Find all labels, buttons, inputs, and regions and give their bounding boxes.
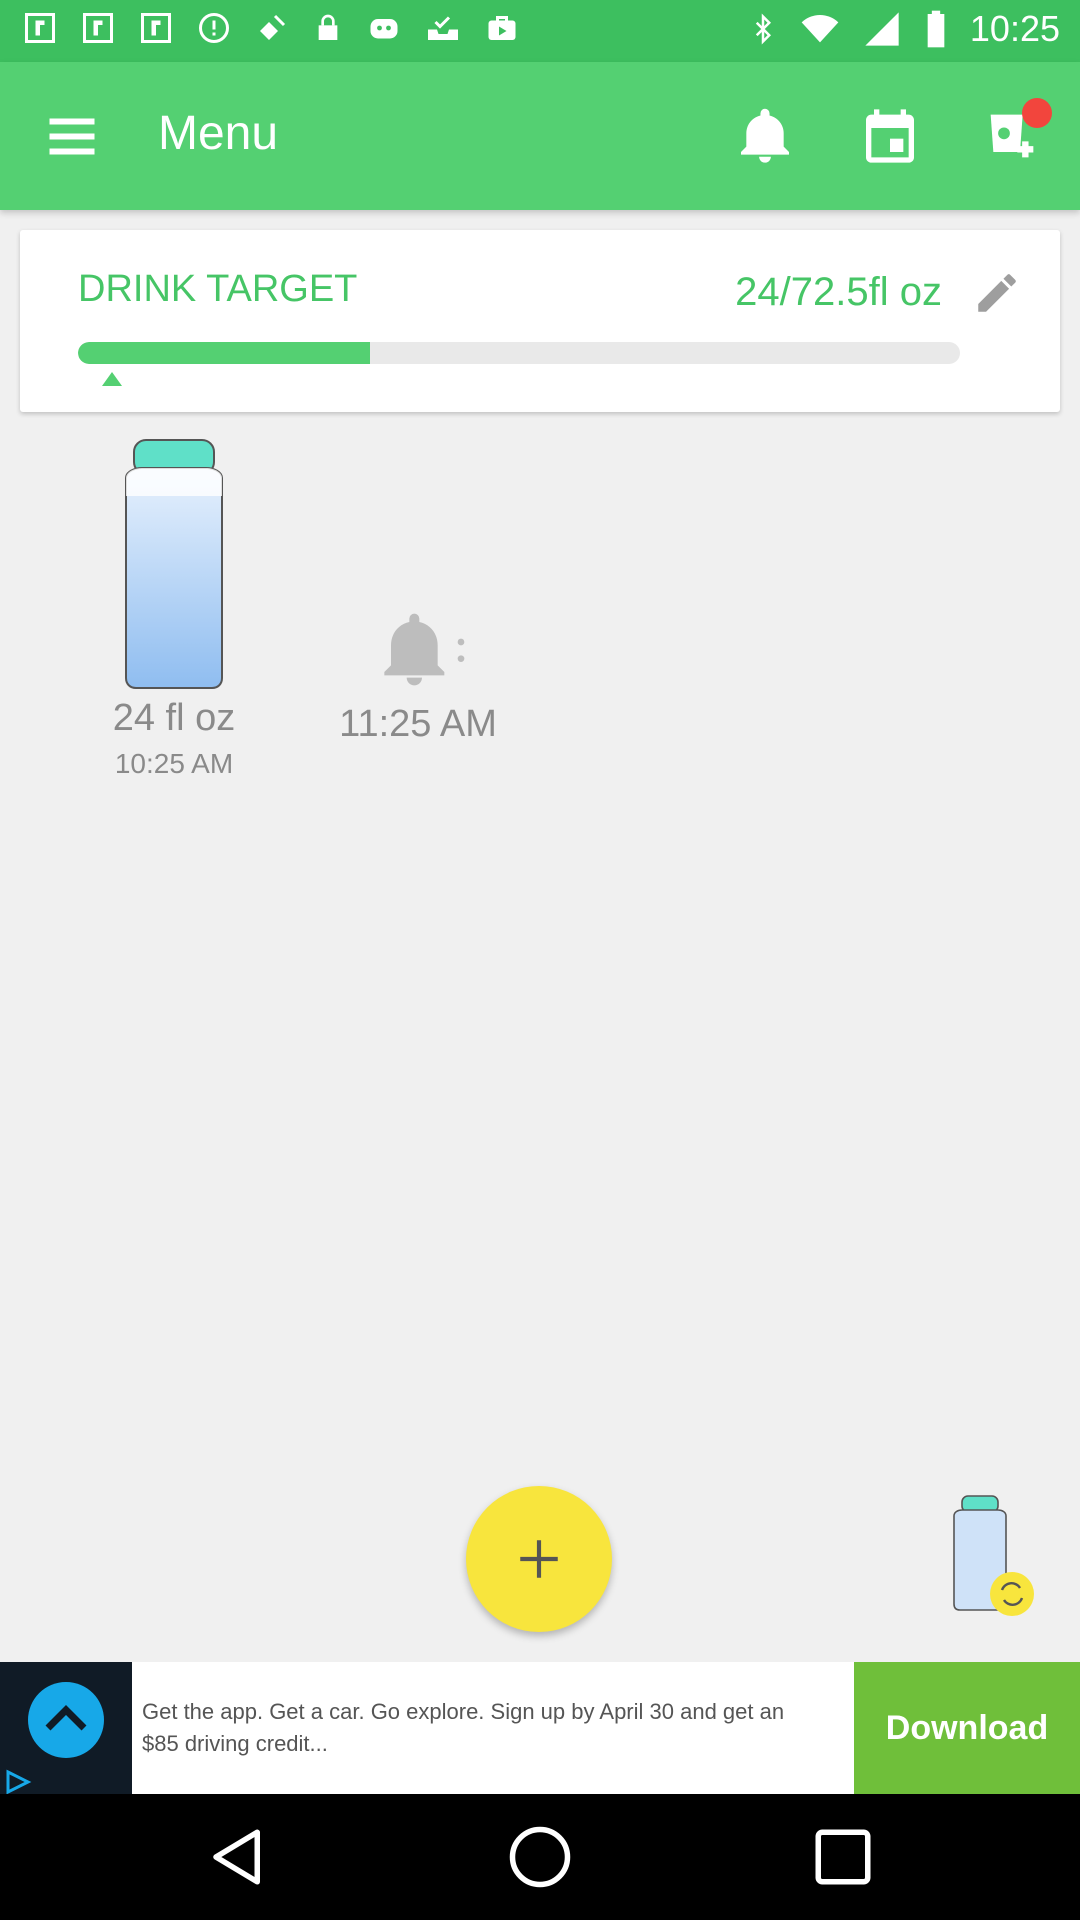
add-drink-button[interactable]: [466, 1486, 612, 1632]
home-icon[interactable]: [507, 1824, 573, 1890]
page-title: Menu: [158, 107, 279, 160]
download-button[interactable]: Download: [854, 1662, 1080, 1794]
app-bar: Menu: [0, 62, 1080, 210]
recents-icon[interactable]: [810, 1824, 876, 1890]
status-bar: 10:25: [0, 0, 1080, 62]
drink-target-amount: 24/72.5fl oz: [735, 270, 942, 314]
ad-logo: [0, 1662, 132, 1795]
reminder-time: 11:25 AM: [339, 703, 497, 745]
drink-target-label: DRINK TARGET: [78, 268, 358, 310]
bell-icon[interactable]: [733, 104, 797, 168]
briefcase-icon: [488, 16, 516, 40]
pencil-edit-icon[interactable]: [972, 268, 1022, 318]
progress-marker: [102, 372, 122, 386]
app-icon: [25, 13, 55, 43]
next-reminder[interactable]: 11:25 AM: [318, 594, 518, 746]
drink-target-card: DRINK TARGET 24/72.5fl oz: [20, 230, 1060, 412]
app-icon: [83, 13, 113, 43]
satellite-icon: [260, 14, 286, 40]
water-bottle-icon: [125, 439, 223, 689]
navigation-bar: [0, 1794, 1080, 1920]
ad-logo-icon: [6, 1682, 104, 1795]
game-controller-icon: [370, 19, 398, 39]
app-icon: [199, 13, 229, 43]
wifi-icon: [801, 15, 839, 43]
notification-dot: [1022, 98, 1052, 128]
ad-text: Get the app. Get a car. Go explore. Sign…: [142, 1699, 785, 1756]
hamburger-menu-icon[interactable]: [42, 106, 102, 166]
app-icon: [141, 13, 171, 43]
inbox-check-icon: [428, 16, 458, 40]
battery-icon: [927, 10, 945, 48]
entry-amount: 24 fl oz: [112, 697, 236, 739]
add-cup-button[interactable]: [980, 98, 1052, 168]
bluetooth-icon: [755, 13, 771, 45]
ad-banner[interactable]: Get the app. Get a car. Go explore. Sign…: [0, 1662, 1080, 1795]
lock-icon: [318, 14, 338, 40]
calendar-icon[interactable]: [858, 104, 922, 168]
entry-time: 10:25 AM: [114, 748, 234, 779]
signal-icon: [865, 12, 899, 46]
drink-entry[interactable]: 24 fl oz 10:25 AM: [90, 438, 258, 780]
back-icon[interactable]: [205, 1824, 271, 1890]
status-time: 10:25: [969, 8, 1060, 49]
plus-icon: [520, 1540, 558, 1578]
bell-reminder-icon: [384, 613, 465, 686]
progress-fill: [78, 342, 370, 364]
progress-bar: [78, 342, 960, 364]
switch-cup-button[interactable]: [944, 1494, 1034, 1624]
cup-switch-icon: [953, 1495, 1034, 1616]
